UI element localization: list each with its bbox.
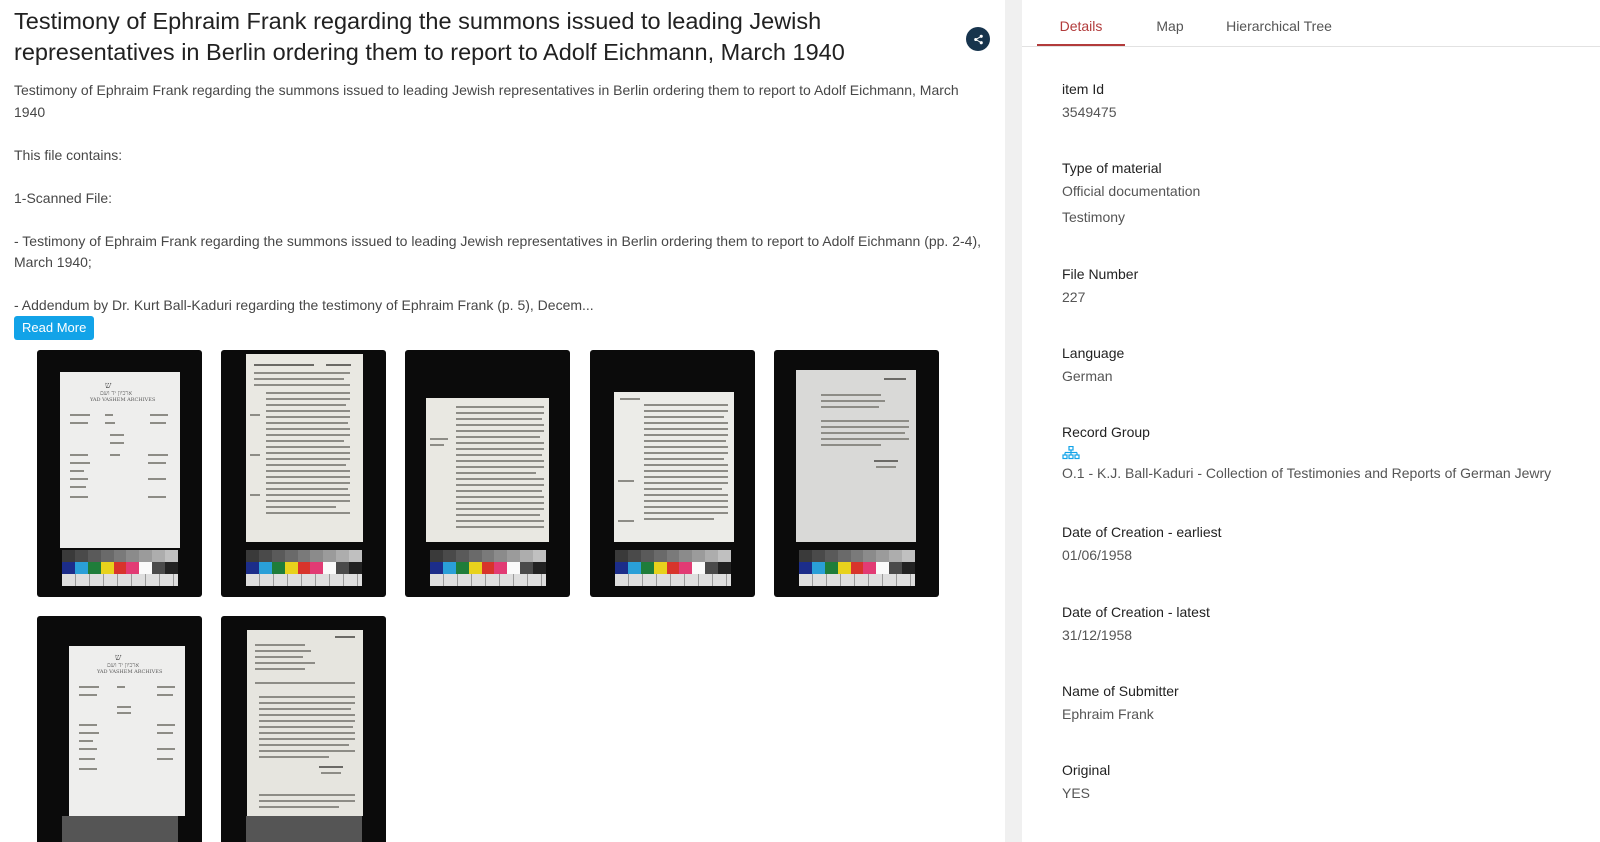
description-line: 1-Scanned File: [14,189,113,206]
color-calibration-card [246,816,362,842]
scan-thumbnail[interactable]: ש ארכיון יד ושם YAD VASHEM ARCHIVES [37,616,202,842]
scanned-page: ש ארכיון יד ושם YAD VASHEM ARCHIVES [69,646,185,816]
scanned-page [246,354,363,542]
detail-value: 3549475 [1062,104,1117,120]
color-calibration-card [246,550,363,586]
color-calibration-card [615,550,732,586]
detail-value: Testimony [1062,209,1126,225]
detail-name-of-submitter: Name of Submitter Ephraim Frank [1062,681,1592,727]
detail-label: Record Group [1062,424,1150,440]
detail-type-of-material: Type of material Official documentation … [1062,158,1592,230]
detail-value: YES [1062,785,1091,801]
detail-label: Date of Creation - earliest [1062,524,1222,540]
scanned-page [796,370,916,542]
detail-label: item Id [1062,81,1105,97]
share-icon [973,34,983,44]
detail-label: Type of material [1062,160,1162,176]
scan-thumbnail[interactable] [774,350,939,597]
scan-thumbnail[interactable]: ש ארכיון יד ושם YAD VASHEM ARCHIVES [37,350,202,597]
tab-details[interactable]: Details [1037,0,1125,46]
archive-header-hebrew: ארכיון יד ושם [100,390,132,397]
scan-thumbnail[interactable] [405,350,570,597]
detail-value: 01/06/1958 [1062,547,1133,563]
archive-header-hebrew: ארכיון יד ושם [107,662,139,669]
color-calibration-card [799,550,916,586]
archive-header-english: YAD VASHEM ARCHIVES [90,397,156,403]
color-calibration-card [62,550,179,586]
archive-header-english: YAD VASHEM ARCHIVES [97,669,163,675]
detail-label: File Number [1062,266,1139,282]
hierarchy-icon[interactable] [1062,446,1080,460]
detail-record-group: Record Group O.1 - K.J. Ball-Kaduri - Co… [1062,422,1592,486]
detail-label: Name of Submitter [1062,683,1179,699]
color-calibration-card [430,550,547,586]
page-title: Testimony of Ephraim Frank regarding the… [14,8,845,65]
tab-hierarchical-tree[interactable]: Hierarchical Tree [1220,0,1338,46]
tab-bar: Details Map Hierarchical Tree [1022,0,1600,47]
scanned-page [614,392,734,542]
detail-date-latest: Date of Creation - latest 31/12/1958 [1062,602,1592,648]
read-more-button[interactable]: Read More [14,316,95,340]
detail-label: Date of Creation - latest [1062,604,1210,620]
detail-original: Original YES [1062,760,1592,806]
scanned-page [247,630,363,816]
scan-thumbnail[interactable] [221,350,386,597]
pane-divider [1005,0,1022,842]
detail-item-id: item Id 3549475 [1062,79,1592,125]
color-calibration-card [62,816,178,842]
share-button[interactable] [966,27,990,51]
detail-value: O.1 - K.J. Ball-Kaduri - Collection of T… [1062,465,1552,481]
detail-label: Original [1062,762,1111,778]
detail-file-number: File Number 227 [1062,264,1592,310]
description-line: This file contains: [14,146,123,163]
item-main-pane: Testimony of Ephraim Frank regarding the… [0,0,1005,842]
description-line: Testimony of Ephraim Frank regarding the… [14,82,959,120]
detail-value: Official documentation [1062,183,1201,199]
scanned-page: ש ארכיון יד ושם YAD VASHEM ARCHIVES [60,372,180,548]
detail-value: 227 [1062,289,1086,305]
scan-thumbnail[interactable] [221,616,386,842]
scanned-page [426,398,549,542]
scan-thumbnail[interactable] [590,350,755,597]
description-line: - Testimony of Ephraim Frank regarding t… [14,232,981,271]
detail-value: German [1062,368,1113,384]
description-line: - Addendum by Dr. Kurt Ball-Kaduri regar… [14,297,594,313]
detail-date-earliest: Date of Creation - earliest 01/06/1958 [1062,522,1592,568]
tab-map[interactable]: Map [1140,0,1200,46]
detail-language: Language German [1062,343,1592,389]
details-pane: Details Map Hierarchical Tree item Id 35… [1022,0,1600,842]
item-description: Testimony of Ephraim Frank regarding the… [14,80,989,317]
detail-value: Ephraim Frank [1062,706,1154,722]
detail-value: 31/12/1958 [1062,627,1133,643]
detail-label: Language [1062,345,1125,361]
